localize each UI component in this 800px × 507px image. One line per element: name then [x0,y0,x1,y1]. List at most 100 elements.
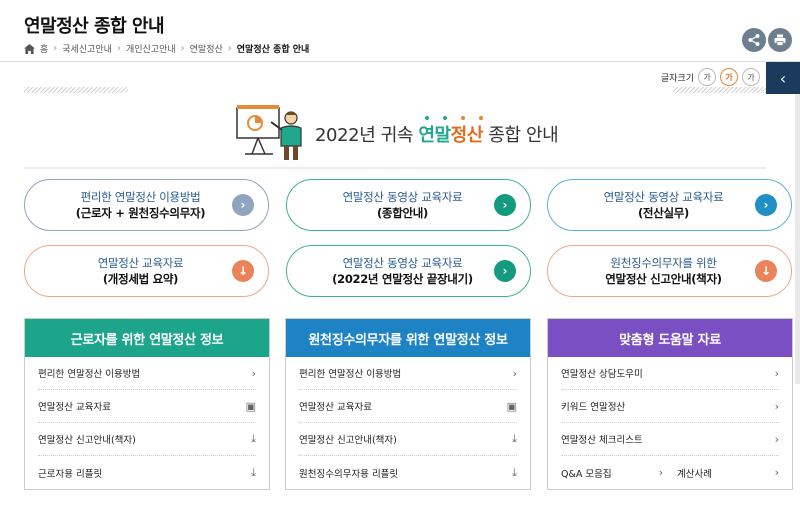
pill-video-overview[interactable]: 연말정산 동영상 교육자료 (종합안내) › [286,179,531,231]
pill-line2: (전산실무) [637,206,690,220]
list-item-label: 원천징수의무자용 리플릿 [299,468,399,480]
chevron-right-icon: › [494,260,516,282]
breadcrumb-year-end[interactable]: 연말정산 [190,42,223,55]
banner-highlight-2: 정산 [450,125,484,146]
page-header: 연말정산 종합 안내 홈 › 국세신고안내 › 개인신고안내 › 연말정산 › … [0,0,800,62]
font-size-large-button[interactable]: 가 [742,68,760,86]
banner-highlight-1: 연말 [418,125,451,146]
panel-withholding-info: 원천징수의무자를 위한 연말정산 정보 편리한 연말정산 이용방법 › 연말정산 … [285,318,531,490]
pill-usage-guide[interactable]: 편리한 연말정산 이용방법 (근로자 + 원천징수의무자) › [24,179,269,231]
scrollbar[interactable] [795,94,800,384]
list-item[interactable]: 편리한 연말정산 이용방법 › [38,357,256,390]
pill-video-finish[interactable]: 연말정산 동영상 교육자료 (2022년 연말정산 끝장내기) › [286,245,531,297]
breadcrumb: 홈 › 국세신고안내 › 개인신고안내 › 연말정산 › 연말정산 종합 안내 [24,42,309,55]
banner-title-prefix: 2022년 귀속 [315,125,419,146]
pill-line2: (개정세법 요약) [102,272,179,286]
print-button[interactable] [768,28,792,52]
chevron-right-icon: › [512,366,517,380]
font-size-label: 글자크기 [660,73,694,84]
chevron-right-icon: › [755,194,777,216]
banner: 2022년 귀속 연말정산 종합 안내 [235,104,559,164]
pill-tax-law-summary[interactable]: 연말정산 교육자료 (개정세법 요약) ↓ [24,245,269,297]
breadcrumb-home[interactable]: 홈 [40,42,48,55]
chevron-right-icon: › [774,399,779,413]
chevron-right-icon: › [227,43,232,54]
breadcrumb-current: 연말정산 종합 안내 [236,45,310,55]
side-menu-toggle[interactable]: ‹ [766,62,800,94]
list-item[interactable]: 연말정산 상담도우미 › [561,357,779,390]
chevron-right-icon: › [251,366,256,380]
list-item-label: 연말정산 상담도우미 [561,369,643,380]
pill-line1: 연말정산 동영상 교육자료 [342,256,463,270]
list-item[interactable]: 연말정산 신고안내(책자) ⤓ [38,423,256,456]
pill-line1: 연말정산 동영상 교육자료 [342,190,463,204]
breadcrumb-tax-filing[interactable]: 국세신고안내 [62,42,112,55]
chevron-right-icon: › [232,194,254,216]
pill-line1: 연말정산 동영상 교육자료 [603,190,724,204]
banner-title-suffix: 종합 안내 [483,125,559,146]
chevron-right-icon: › [494,194,516,216]
list-item-label: Q&A 모음집 [561,468,612,480]
pill-line1: 연말정산 교육자료 [97,256,184,270]
presenter-icon [236,105,302,160]
video-icon: ▣ [245,399,256,413]
pill-video-practice[interactable]: 연말정산 동영상 교육자료 (전산실무) › [547,179,792,231]
list-item-label: 근로자용 리플릿 [38,468,103,480]
print-icon [774,34,786,46]
share-icon [748,34,760,46]
list-item-label: 연말정산 교육자료 [299,402,372,413]
download-icon: ↓ [232,260,254,282]
calculation-examples-link[interactable]: 계산사례 › [663,466,779,480]
pill-withholding-booklet[interactable]: 원천징수의무자를 위한연말정산 신고안내(책자) ↓ [547,245,792,297]
list-item-label: 연말정산 신고안내(책자) [299,435,397,446]
pill-line1: 원천징수의무자를 위한 [610,256,717,270]
download-icon: ⤓ [512,465,517,479]
pill-line2: (근로자 + 원천징수의무자) [75,206,206,220]
list-item-label: 연말정산 체크리스트 [561,435,643,446]
list-item[interactable]: 원천징수의무자용 리플릿 ⤓ [299,456,517,489]
list-item-label: 편리한 연말정산 이용방법 [299,369,402,380]
panel-custom-help: 맞춤형 도움말 자료 연말정산 상담도우미 › 키워드 연말정산 › 연말정산 체크… [547,318,793,490]
list-item[interactable]: 연말정산 신고안내(책자) ⤓ [299,423,517,456]
divider [24,167,766,169]
font-size-medium-button[interactable]: 가 [720,68,738,86]
pill-line2: 연말정산 신고안내(책자) [605,272,722,286]
decorative-hatch [673,87,766,93]
chevron-right-icon: › [774,432,779,446]
list-item[interactable]: 연말정산 교육자료 ▣ [299,390,517,423]
share-button[interactable] [742,28,766,52]
home-icon[interactable] [24,43,35,54]
font-size-control: 글자크기 가 가 가 [661,68,760,86]
panel-employee-info: 근로자를 위한 연말정산 정보 편리한 연말정산 이용방법 › 연말정산 교육자료… [24,318,270,490]
list-item[interactable]: 편리한 연말정산 이용방법 › [299,357,517,390]
download-icon: ⤓ [512,432,517,445]
list-item-label: 편리한 연말정산 이용방법 [38,369,141,380]
banner-title: 2022년 귀속 연말정산 종합 안내 [315,121,559,147]
list-item-split: Q&A 모음집 › 계산사례 › [561,456,779,489]
list-item[interactable]: 근로자용 리플릿 ⤓ [38,456,256,489]
panel-title: 맞춤형 도움말 자료 [548,319,792,357]
chevron-right-icon: › [116,43,121,54]
list-item-label: 계산사례 [677,468,712,480]
qa-collection-link[interactable]: Q&A 모음집 › [561,466,663,480]
panel-title: 근로자를 위한 연말정산 정보 [25,319,269,357]
video-icon: ▣ [506,399,517,413]
breadcrumb-personal-filing[interactable]: 개인신고안내 [126,42,176,55]
download-icon: ⤓ [251,432,256,445]
list-item[interactable]: 연말정산 체크리스트 › [561,423,779,456]
chevron-right-icon: › [180,43,185,54]
chevron-right-icon: › [774,466,779,479]
download-icon: ⤓ [251,465,256,479]
list-item-label: 연말정산 신고안내(책자) [38,435,136,446]
list-item[interactable]: 키워드 연말정산 › [561,390,779,423]
pill-line2: (종합안내) [376,206,429,220]
list-item[interactable]: 연말정산 교육자료 ▣ [38,390,256,423]
list-item-label: 키워드 연말정산 [561,402,626,413]
chevron-right-icon: › [53,43,58,54]
chevron-right-icon: › [774,366,779,380]
pill-line1: 편리한 연말정산 이용방법 [80,190,201,204]
list-item-label: 연말정산 교육자료 [38,402,111,413]
font-size-small-button[interactable]: 가 [698,68,716,86]
download-icon: ↓ [755,260,777,282]
decorative-hatch [24,87,128,93]
